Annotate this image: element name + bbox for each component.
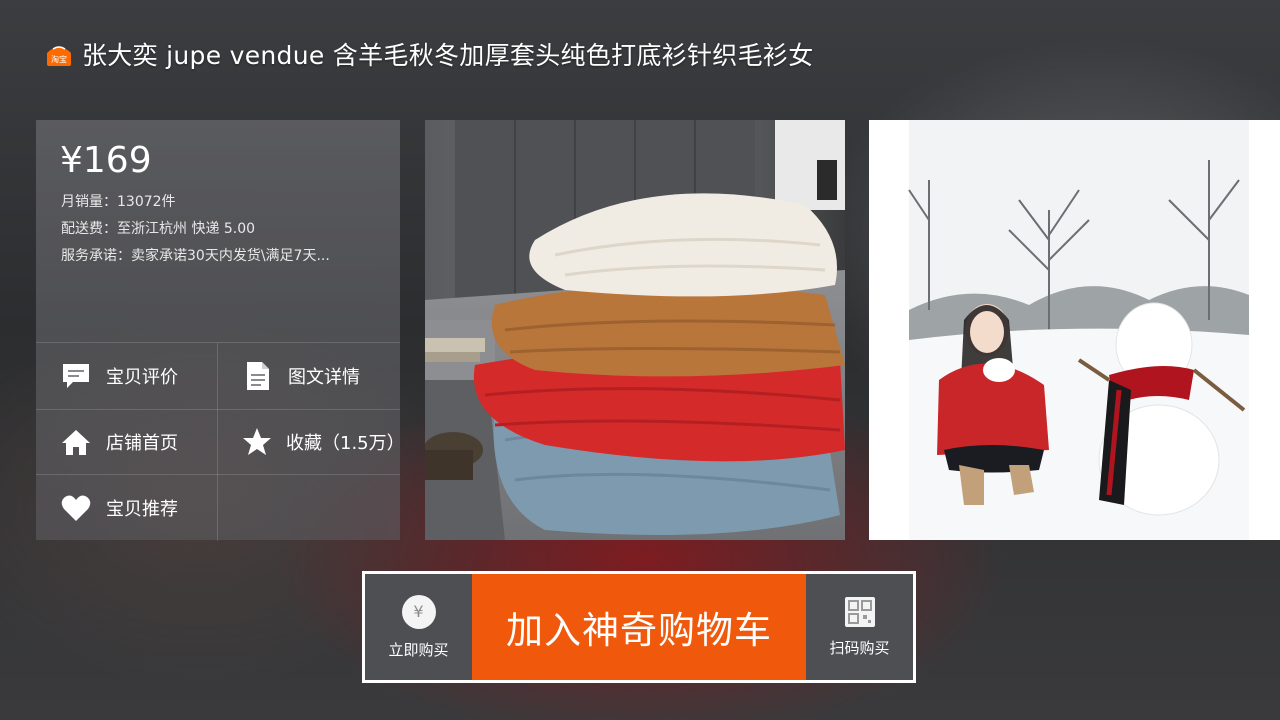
star-icon: [242, 426, 272, 458]
reviews-button[interactable]: 宝贝评价: [36, 343, 218, 409]
heart-icon: [60, 492, 92, 524]
taobao-logo-icon: 淘宝: [44, 41, 74, 67]
scan-to-buy-label: 扫码购买: [829, 638, 890, 657]
favorite-button[interactable]: 收藏（1.5万）: [218, 409, 405, 475]
yuan-icon: ¥: [401, 594, 436, 629]
service-promise: 服务承诺：卖家承诺30天内发货\满足7天...: [61, 248, 330, 264]
page-header: 淘宝 张大奕 jupe vendue 含羊毛秋冬加厚套头纯色打底衫针织毛衫女: [44, 36, 814, 72]
document-icon: [242, 360, 274, 392]
recommend-button[interactable]: 宝贝推荐: [36, 475, 218, 541]
action-grid: 宝贝评价 图文详情 店铺首页 收藏（1.5万） 宝贝推荐: [36, 342, 405, 541]
buy-now-button[interactable]: ¥ 立即购买: [365, 574, 472, 680]
details-label: 图文详情: [288, 367, 360, 388]
shipping-fee: 配送费：至浙江杭州 快递 5.00: [61, 221, 256, 237]
qr-code-icon: [844, 596, 875, 627]
product-image-model-snow[interactable]: [869, 120, 1280, 540]
recommend-label: 宝贝推荐: [106, 499, 178, 520]
purchase-bar: ¥ 立即购买 加入神奇购物车 扫码购买: [362, 571, 916, 683]
product-info-panel: ¥169 月销量：13072件 配送费：至浙江杭州 快递 5.00 服务承诺：卖…: [36, 120, 405, 541]
favorite-label: 收藏（1.5万）: [286, 433, 405, 454]
home-icon: [60, 426, 92, 458]
store-home-label: 店铺首页: [106, 433, 178, 454]
add-to-cart-button[interactable]: 加入神奇购物车: [472, 574, 806, 680]
page-title: 张大奕 jupe vendue 含羊毛秋冬加厚套头纯色打底衫针织毛衫女: [82, 41, 814, 70]
monthly-sales: 月销量：13072件: [61, 194, 176, 210]
details-button[interactable]: 图文详情: [218, 343, 400, 409]
product-price: ¥169: [60, 140, 152, 181]
product-image-sweaters[interactable]: [425, 120, 845, 540]
store-home-button[interactable]: 店铺首页: [36, 409, 218, 475]
comment-icon: [60, 360, 92, 392]
add-to-cart-label: 加入神奇购物车: [506, 609, 772, 652]
svg-text:淘宝: 淘宝: [51, 54, 67, 64]
reviews-label: 宝贝评价: [106, 367, 178, 388]
scan-to-buy-button[interactable]: 扫码购买: [806, 574, 913, 680]
buy-now-label: 立即购买: [388, 640, 449, 659]
